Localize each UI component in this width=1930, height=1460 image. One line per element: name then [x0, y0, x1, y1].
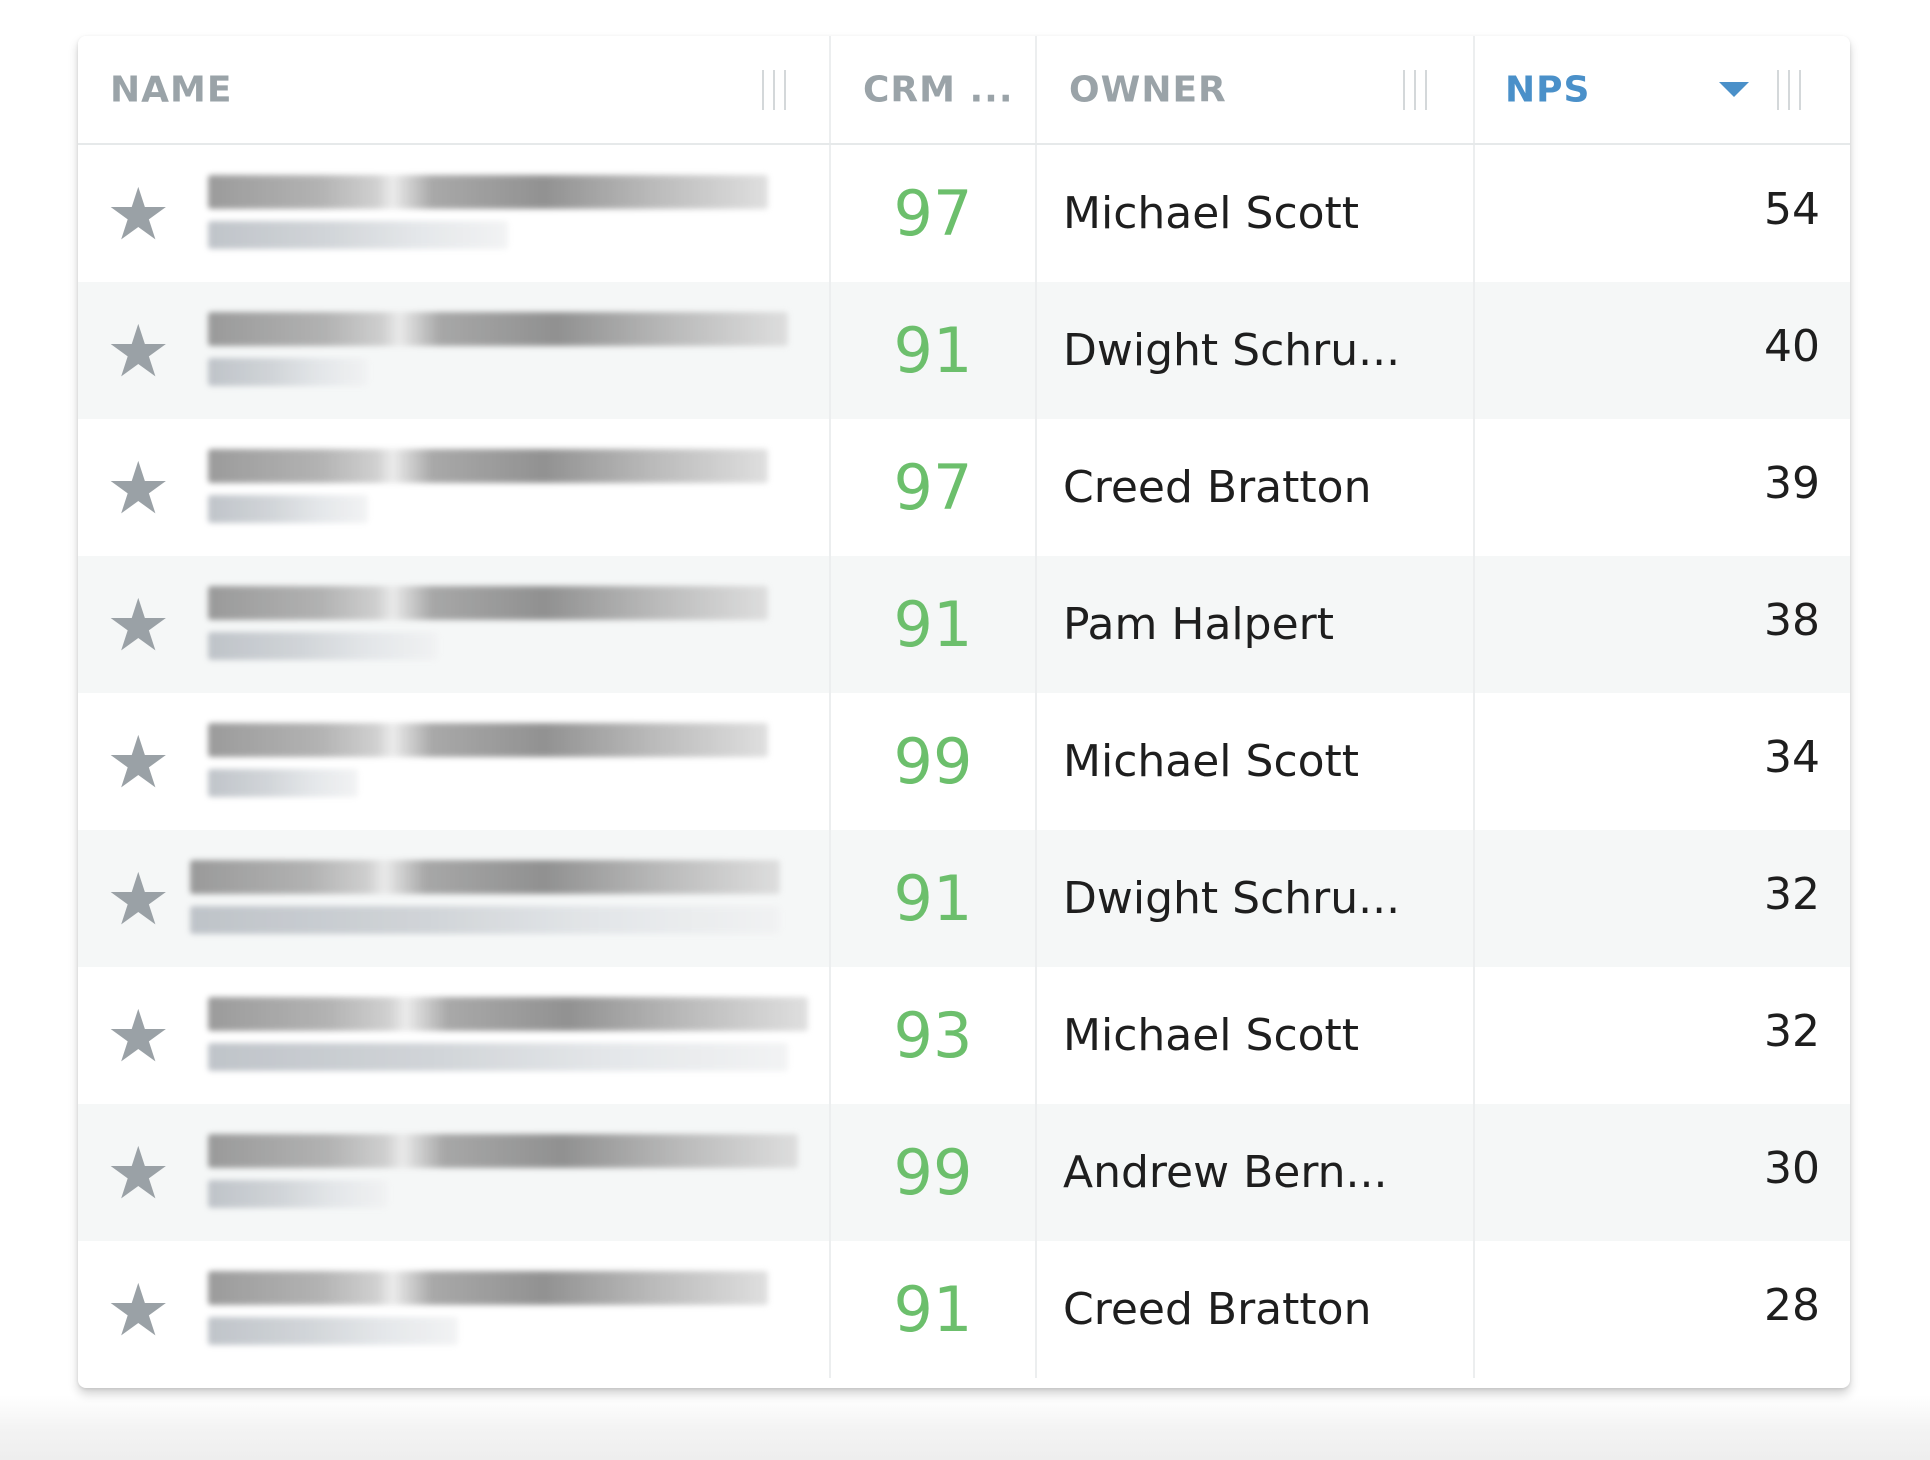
accounts-table-card: NAME CRM ... OWNER NPS ★ 97 Michael Scot… [78, 36, 1850, 1388]
name-cell[interactable]: ★ [78, 419, 829, 556]
nps-value: 39 [1764, 458, 1820, 509]
column-header-label: CRM ... [863, 69, 1014, 110]
name-cell[interactable]: ★ [78, 1241, 829, 1378]
nps-value: 34 [1764, 732, 1820, 783]
owner-name: Michael Scott [1063, 188, 1360, 239]
column-header-owner[interactable]: OWNER [1036, 36, 1475, 145]
table-row[interactable]: ★ 99 Michael Scott 34 [78, 693, 1850, 830]
crm-score: 91 [893, 314, 973, 387]
star-icon[interactable]: ★ [106, 178, 171, 250]
star-icon[interactable]: ★ [106, 589, 171, 661]
name-cell[interactable]: ★ [78, 145, 829, 282]
owner-name: Andrew Bern... [1063, 1147, 1388, 1198]
owner-name: Creed Bratton [1063, 1284, 1372, 1335]
nps-value: 32 [1764, 869, 1820, 920]
crm-score: 91 [893, 588, 973, 661]
star-icon[interactable]: ★ [106, 315, 171, 387]
column-resize-handle-icon[interactable] [762, 70, 786, 110]
name-cell[interactable]: ★ [78, 282, 829, 419]
redacted-account-name [208, 312, 858, 390]
star-icon[interactable]: ★ [106, 1137, 171, 1209]
crm-score: 99 [893, 725, 973, 798]
column-header-name[interactable]: NAME [78, 36, 831, 145]
nps-value: 38 [1764, 595, 1820, 646]
redacted-account-name [208, 1134, 858, 1212]
nps-value: 54 [1764, 184, 1820, 235]
sort-descending-icon[interactable] [1719, 82, 1749, 97]
owner-name: Dwight Schru... [1063, 325, 1401, 376]
redacted-account-name [208, 449, 858, 527]
crm-score: 93 [893, 999, 973, 1072]
star-icon[interactable]: ★ [106, 1274, 171, 1346]
column-header-label: OWNER [1069, 69, 1227, 110]
star-icon[interactable]: ★ [106, 726, 171, 798]
name-cell[interactable]: ★ [78, 556, 829, 693]
nps-value: 40 [1764, 321, 1820, 372]
table-row[interactable]: ★ 91 Pam Halpert 38 [78, 556, 1850, 693]
owner-name: Michael Scott [1063, 1010, 1360, 1061]
crm-score: 97 [893, 177, 973, 250]
column-header-nps[interactable]: NPS [1474, 36, 1850, 145]
star-icon[interactable]: ★ [106, 863, 171, 935]
table-header-row: NAME CRM ... OWNER NPS [78, 36, 1850, 145]
crm-score: 99 [893, 1136, 973, 1209]
owner-name: Pam Halpert [1063, 599, 1334, 650]
column-resize-handle-icon[interactable] [1403, 70, 1427, 110]
nps-value: 32 [1764, 1006, 1820, 1057]
column-header-label: NPS [1505, 69, 1591, 110]
name-cell[interactable]: ★ [78, 1104, 829, 1241]
owner-name: Dwight Schru... [1063, 873, 1401, 924]
redacted-account-name [190, 860, 840, 938]
column-header-crm[interactable]: CRM ... [830, 36, 1037, 145]
table-row[interactable]: ★ 93 Michael Scott 32 [78, 967, 1850, 1104]
redacted-account-name [208, 586, 858, 664]
name-cell[interactable]: ★ [78, 967, 829, 1104]
crm-score: 97 [893, 451, 973, 524]
owner-name: Creed Bratton [1063, 462, 1372, 513]
table-row[interactable]: ★ 97 Michael Scott 54 [78, 144, 1850, 282]
owner-name: Michael Scott [1063, 736, 1360, 787]
nps-value: 28 [1764, 1280, 1820, 1331]
star-icon[interactable]: ★ [106, 1000, 171, 1072]
table-row[interactable]: ★ 91 Dwight Schru... 32 [78, 830, 1850, 967]
page: NAME CRM ... OWNER NPS ★ 97 Michael Scot… [0, 0, 1930, 1460]
nps-value: 30 [1764, 1143, 1820, 1194]
crm-score: 91 [893, 862, 973, 935]
table-row[interactable]: ★ 97 Creed Bratton 39 [78, 419, 1850, 556]
name-cell[interactable]: ★ [78, 830, 829, 967]
table-row[interactable]: ★ 91 Creed Bratton 28 [78, 1241, 1850, 1378]
table-row[interactable]: ★ 91 Dwight Schru... 40 [78, 282, 1850, 419]
column-header-label: NAME [110, 69, 233, 110]
column-resize-handle-icon[interactable] [1777, 70, 1801, 110]
redacted-account-name [208, 723, 858, 801]
crm-score: 91 [893, 1273, 973, 1346]
redacted-account-name [208, 1271, 858, 1349]
table-row[interactable]: ★ 99 Andrew Bern... 30 [78, 1104, 1850, 1241]
accounts-table: NAME CRM ... OWNER NPS ★ 97 Michael Scot… [78, 36, 1850, 1378]
star-icon[interactable]: ★ [106, 452, 171, 524]
table-body: ★ 97 Michael Scott 54 ★ 91 Dwight Schru.… [78, 144, 1850, 1378]
redacted-account-name [208, 175, 858, 253]
name-cell[interactable]: ★ [78, 693, 829, 830]
redacted-account-name [208, 997, 858, 1075]
